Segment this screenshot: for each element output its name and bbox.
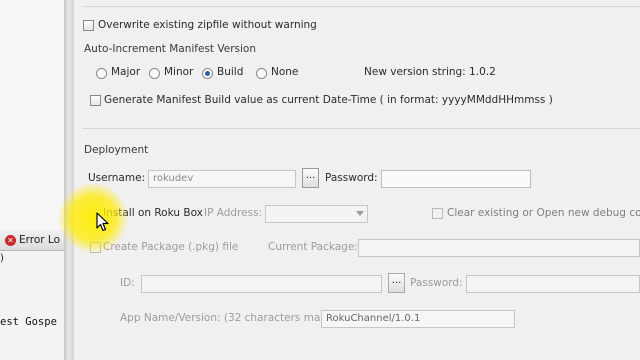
console-text: est Gospe	[0, 316, 57, 328]
mouse-pointer-icon	[96, 212, 109, 232]
new-version-string: New version string: 1.0.2	[364, 66, 496, 78]
radio-none[interactable]	[256, 68, 267, 79]
ip-address-label: IP Address:	[204, 207, 263, 219]
password-label: Password:	[325, 172, 378, 184]
overwrite-checkbox[interactable]	[83, 20, 94, 31]
cursor-highlight	[58, 183, 128, 253]
deploy-dialog: Overwrite existing zipfile without warni…	[74, 0, 640, 360]
error-log-tab[interactable]: ✕ Error Lo	[0, 230, 64, 251]
password-field[interactable]	[381, 170, 531, 188]
id-browse-button[interactable]: ...	[388, 273, 405, 293]
current-package-label: Current Package:	[268, 241, 358, 253]
username-browse-button[interactable]: ...	[302, 168, 319, 188]
clear-console-label: Clear existing or Open new debug conso	[447, 207, 640, 219]
error-icon: ✕	[5, 234, 16, 246]
auto-increment-title: Auto-Increment Manifest Version	[84, 43, 256, 55]
create-package-label: Create Package (.pkg) file	[103, 241, 239, 253]
error-log-tab-label: Error Lo	[19, 234, 61, 246]
radio-major-label: Major	[111, 66, 141, 78]
section-divider	[82, 128, 640, 129]
overwrite-label: Overwrite existing zipfile without warni…	[98, 19, 317, 31]
radio-build[interactable]	[202, 68, 213, 79]
package-password-label: Password:	[410, 277, 463, 289]
app-name-field[interactable]: RokuChannel/1.0.1	[321, 310, 515, 328]
radio-minor[interactable]	[149, 68, 160, 79]
clear-console-checkbox[interactable]	[432, 208, 443, 219]
app-name-label: App Name/Version: (32 characters max.)	[120, 312, 335, 324]
ide-upper-panel	[0, 0, 64, 230]
combo-arrow-icon	[356, 211, 364, 216]
ip-address-combo[interactable]	[265, 205, 368, 223]
radio-minor-label: Minor	[164, 66, 194, 78]
username-field[interactable]: rokudev	[148, 170, 296, 188]
radio-build-label: Build	[217, 66, 244, 78]
console-paren: )	[0, 253, 4, 264]
deployment-title: Deployment	[84, 144, 149, 156]
radio-major[interactable]	[96, 68, 107, 79]
id-label: ID:	[120, 277, 135, 289]
generate-build-label: Generate Manifest Build value as current…	[104, 94, 553, 106]
current-package-field[interactable]	[358, 239, 640, 257]
package-password-field[interactable]	[466, 275, 640, 293]
top-divider	[82, 6, 640, 7]
generate-build-checkbox[interactable]	[90, 95, 101, 106]
id-field[interactable]	[141, 275, 382, 293]
radio-none-label: None	[271, 66, 299, 78]
ide-left-pane: ✕ Error Lo ) est Gospe	[0, 0, 64, 360]
pane-divider[interactable]	[64, 0, 74, 360]
